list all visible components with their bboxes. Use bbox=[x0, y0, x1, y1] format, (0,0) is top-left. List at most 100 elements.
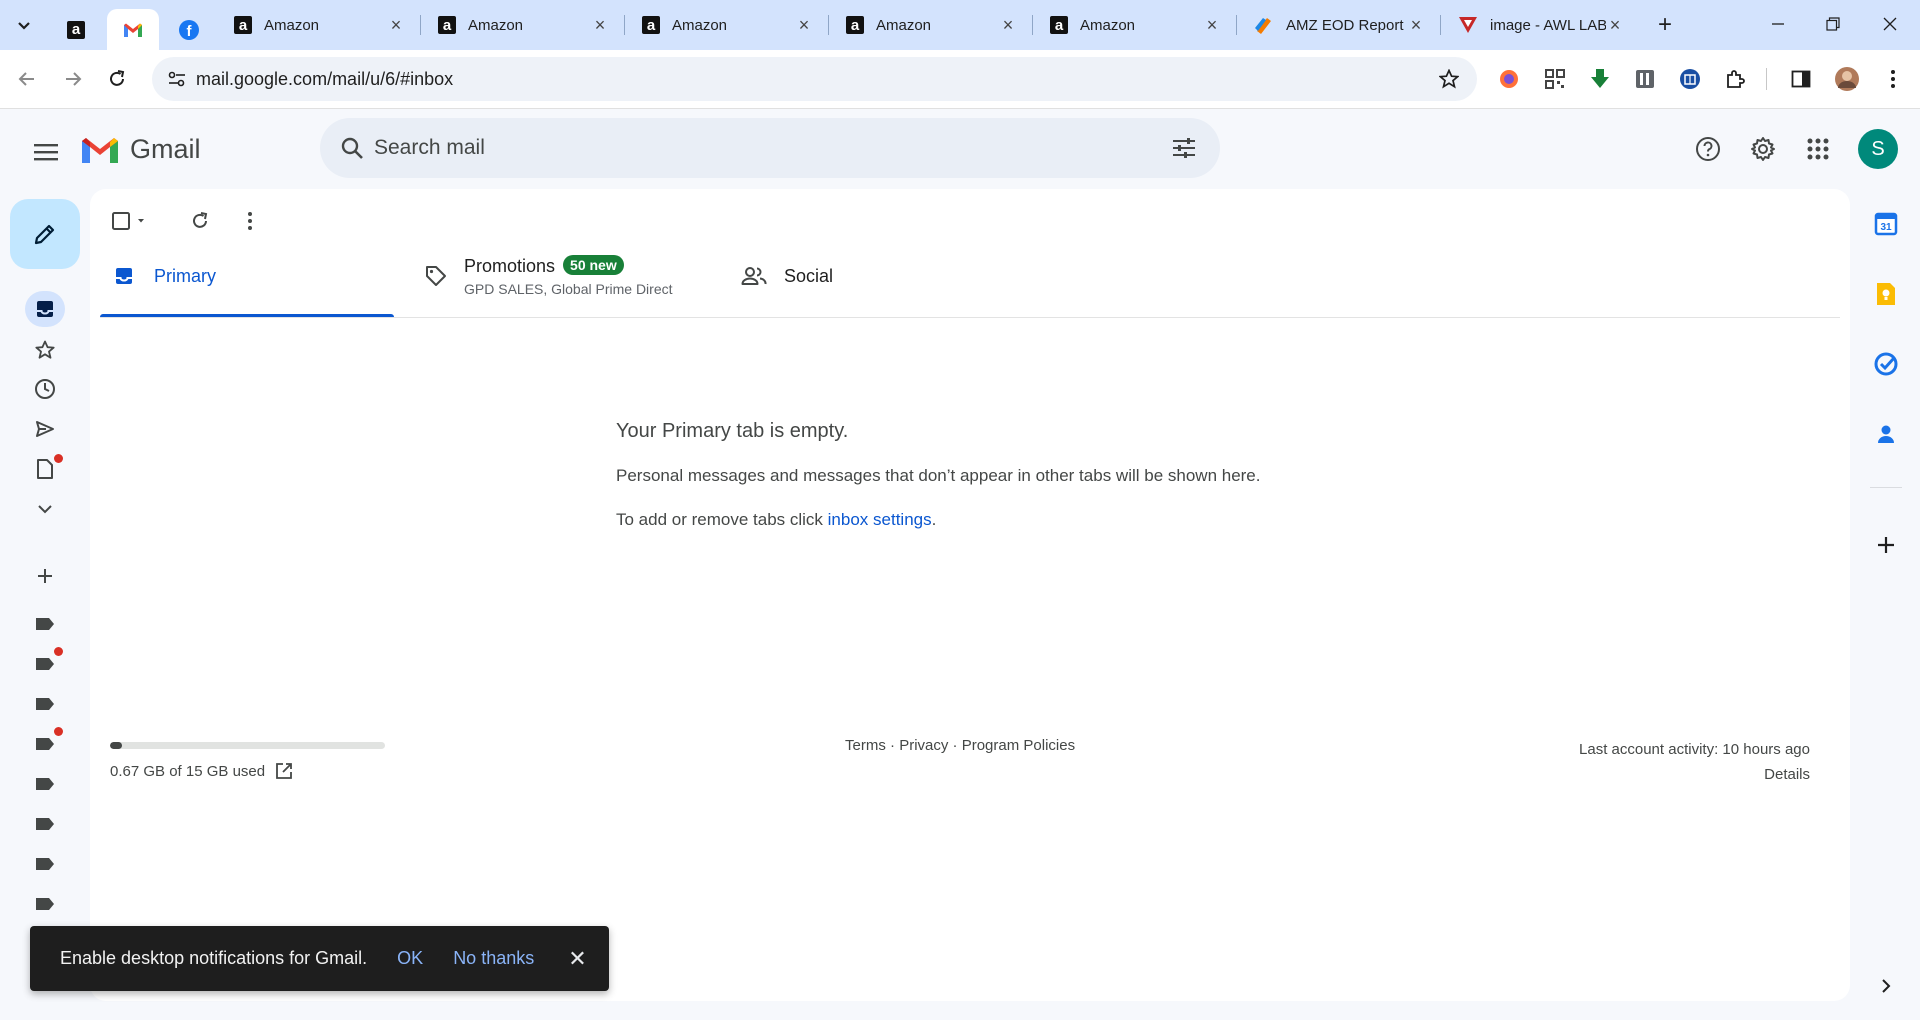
create-label-button[interactable] bbox=[25, 558, 65, 594]
tab-promotions[interactable]: Promotions 50 new GPD SALES, Global Prime… bbox=[422, 241, 782, 311]
tab-awl-lab[interactable]: image - AWL LAB × bbox=[1446, 8, 1636, 42]
search-icon[interactable] bbox=[336, 132, 368, 164]
close-tab-icon[interactable]: × bbox=[1203, 15, 1221, 36]
close-tab-icon[interactable]: × bbox=[999, 15, 1017, 36]
drafts-nav-item[interactable] bbox=[25, 451, 65, 487]
tab-search-chevron-icon[interactable] bbox=[8, 9, 40, 41]
pinned-tab-facebook[interactable]: f bbox=[163, 9, 215, 50]
calendar-icon[interactable]: 31 bbox=[1868, 206, 1904, 242]
tab-amazon-3[interactable]: a Amazon × bbox=[630, 8, 825, 42]
forward-arrow-icon[interactable] bbox=[56, 62, 90, 96]
back-arrow-icon[interactable] bbox=[10, 62, 44, 96]
reload-icon[interactable] bbox=[100, 62, 134, 96]
close-tab-icon[interactable]: × bbox=[591, 15, 609, 36]
send-icon bbox=[36, 421, 54, 437]
tab-amazon-2[interactable]: a Amazon × bbox=[426, 8, 621, 42]
more-options-kebab-icon[interactable] bbox=[234, 205, 266, 237]
help-icon[interactable] bbox=[1688, 129, 1728, 169]
search-input[interactable] bbox=[374, 128, 1134, 168]
site-settings-icon[interactable] bbox=[164, 66, 190, 92]
sent-nav-item[interactable] bbox=[25, 411, 65, 447]
tab-social[interactable]: Social bbox=[740, 241, 1040, 311]
tab-primary[interactable]: Primary bbox=[110, 241, 394, 311]
new-tab-plus-icon[interactable]: + bbox=[1650, 10, 1680, 40]
label-nav-item[interactable] bbox=[25, 766, 65, 802]
extensions-puzzle-icon[interactable] bbox=[1722, 66, 1748, 92]
label-nav-item[interactable] bbox=[25, 606, 65, 642]
google-apps-grid-icon[interactable] bbox=[1798, 129, 1838, 169]
chevron-right-icon[interactable] bbox=[1868, 968, 1904, 1004]
calendar-grid-extension-icon[interactable] bbox=[1677, 66, 1703, 92]
close-tab-icon[interactable]: × bbox=[1606, 15, 1624, 36]
label-nav-item[interactable] bbox=[25, 846, 65, 882]
compose-button[interactable] bbox=[10, 199, 80, 269]
inbox-nav-item[interactable] bbox=[25, 291, 65, 327]
star-icon bbox=[35, 340, 55, 359]
gmail-icon bbox=[124, 23, 142, 37]
add-icon[interactable] bbox=[1868, 527, 1904, 563]
tab-amazon-5[interactable]: a Amazon × bbox=[1038, 8, 1233, 42]
gmail-logo[interactable]: Gmail bbox=[80, 134, 201, 165]
label-nav-item[interactable] bbox=[25, 686, 65, 722]
label-nav-item[interactable] bbox=[25, 646, 65, 682]
keep-icon[interactable] bbox=[1868, 276, 1904, 312]
restore-icon[interactable] bbox=[1813, 8, 1853, 40]
label-tag-icon bbox=[36, 818, 54, 830]
snackbar-close-icon[interactable]: ✕ bbox=[568, 946, 586, 972]
empty-state-title: Your Primary tab is empty. bbox=[616, 420, 849, 442]
tab-title: Amazon bbox=[468, 16, 524, 34]
contacts-icon[interactable] bbox=[1868, 416, 1904, 452]
more-nav-item[interactable] bbox=[25, 491, 65, 527]
tab-title: AMZ EOD Report bbox=[1286, 16, 1404, 34]
select-all-checkbox[interactable] bbox=[108, 205, 154, 237]
label-tag-icon bbox=[36, 618, 54, 630]
address-url[interactable]: mail.google.com/mail/u/6/#inbox bbox=[196, 69, 453, 90]
pinned-tab-gmail[interactable] bbox=[107, 9, 159, 50]
program-policies-link[interactable]: Program Policies bbox=[962, 737, 1075, 754]
refresh-icon[interactable] bbox=[184, 205, 216, 237]
bookmark-star-icon[interactable] bbox=[1437, 67, 1461, 91]
activity-details-link[interactable]: Details bbox=[1579, 762, 1810, 787]
minimize-icon[interactable] bbox=[1758, 8, 1798, 40]
close-tab-icon[interactable]: × bbox=[795, 15, 813, 36]
privacy-link[interactable]: Privacy bbox=[899, 737, 948, 754]
browser-menu-kebab-icon[interactable] bbox=[1880, 66, 1906, 92]
profile-avatar-icon[interactable] bbox=[1834, 66, 1860, 92]
tab-amazon-1[interactable]: a Amazon × bbox=[222, 8, 417, 42]
search-bar[interactable] bbox=[320, 118, 1220, 178]
starred-nav-item[interactable] bbox=[25, 332, 65, 368]
label-nav-item[interactable] bbox=[25, 806, 65, 842]
tasks-icon[interactable] bbox=[1868, 346, 1904, 382]
close-tab-icon[interactable]: × bbox=[387, 15, 405, 36]
tab-primary-label: Primary bbox=[154, 265, 216, 286]
toolbar-divider bbox=[1766, 68, 1767, 90]
snackbar-no-thanks-button[interactable]: No thanks bbox=[453, 948, 534, 969]
label-nav-item[interactable] bbox=[25, 726, 65, 762]
terms-link[interactable]: Terms bbox=[845, 737, 886, 754]
settings-gear-icon[interactable] bbox=[1743, 129, 1783, 169]
snoozed-nav-item[interactable] bbox=[25, 371, 65, 407]
storage-usage-bar bbox=[110, 742, 385, 749]
firefox-extension-icon[interactable] bbox=[1496, 66, 1522, 92]
tab-amazon-4[interactable]: a Amazon × bbox=[834, 8, 1029, 42]
main-menu-hamburger-icon[interactable] bbox=[26, 132, 66, 172]
inbox-settings-link[interactable]: inbox settings bbox=[828, 510, 932, 529]
account-avatar[interactable]: S bbox=[1858, 129, 1898, 169]
search-options-sliders-icon[interactable] bbox=[1168, 132, 1200, 164]
settings-prefix-text: To add or remove tabs click bbox=[616, 510, 828, 529]
download-arrow-extension-icon[interactable] bbox=[1587, 66, 1613, 92]
side-panel-icon[interactable] bbox=[1788, 66, 1814, 92]
snackbar-message: Enable desktop notifications for Gmail. bbox=[60, 948, 368, 968]
close-tab-icon[interactable]: × bbox=[1407, 15, 1425, 36]
qr-code-extension-icon[interactable] bbox=[1542, 66, 1568, 92]
close-window-icon[interactable] bbox=[1870, 8, 1910, 40]
pinned-tab-amazon[interactable]: a bbox=[50, 9, 102, 50]
label-nav-item[interactable] bbox=[25, 886, 65, 922]
library-extension-icon[interactable] bbox=[1632, 66, 1658, 92]
address-bar[interactable]: mail.google.com/mail/u/6/#inbox bbox=[152, 57, 1477, 101]
gmail-logo-icon bbox=[82, 137, 118, 163]
snackbar-ok-button[interactable]: OK bbox=[397, 948, 423, 969]
open-in-new-icon[interactable] bbox=[275, 762, 293, 780]
tab-amz-eod-report[interactable]: AMZ EOD Report × bbox=[1242, 8, 1437, 42]
people-icon bbox=[740, 262, 768, 290]
